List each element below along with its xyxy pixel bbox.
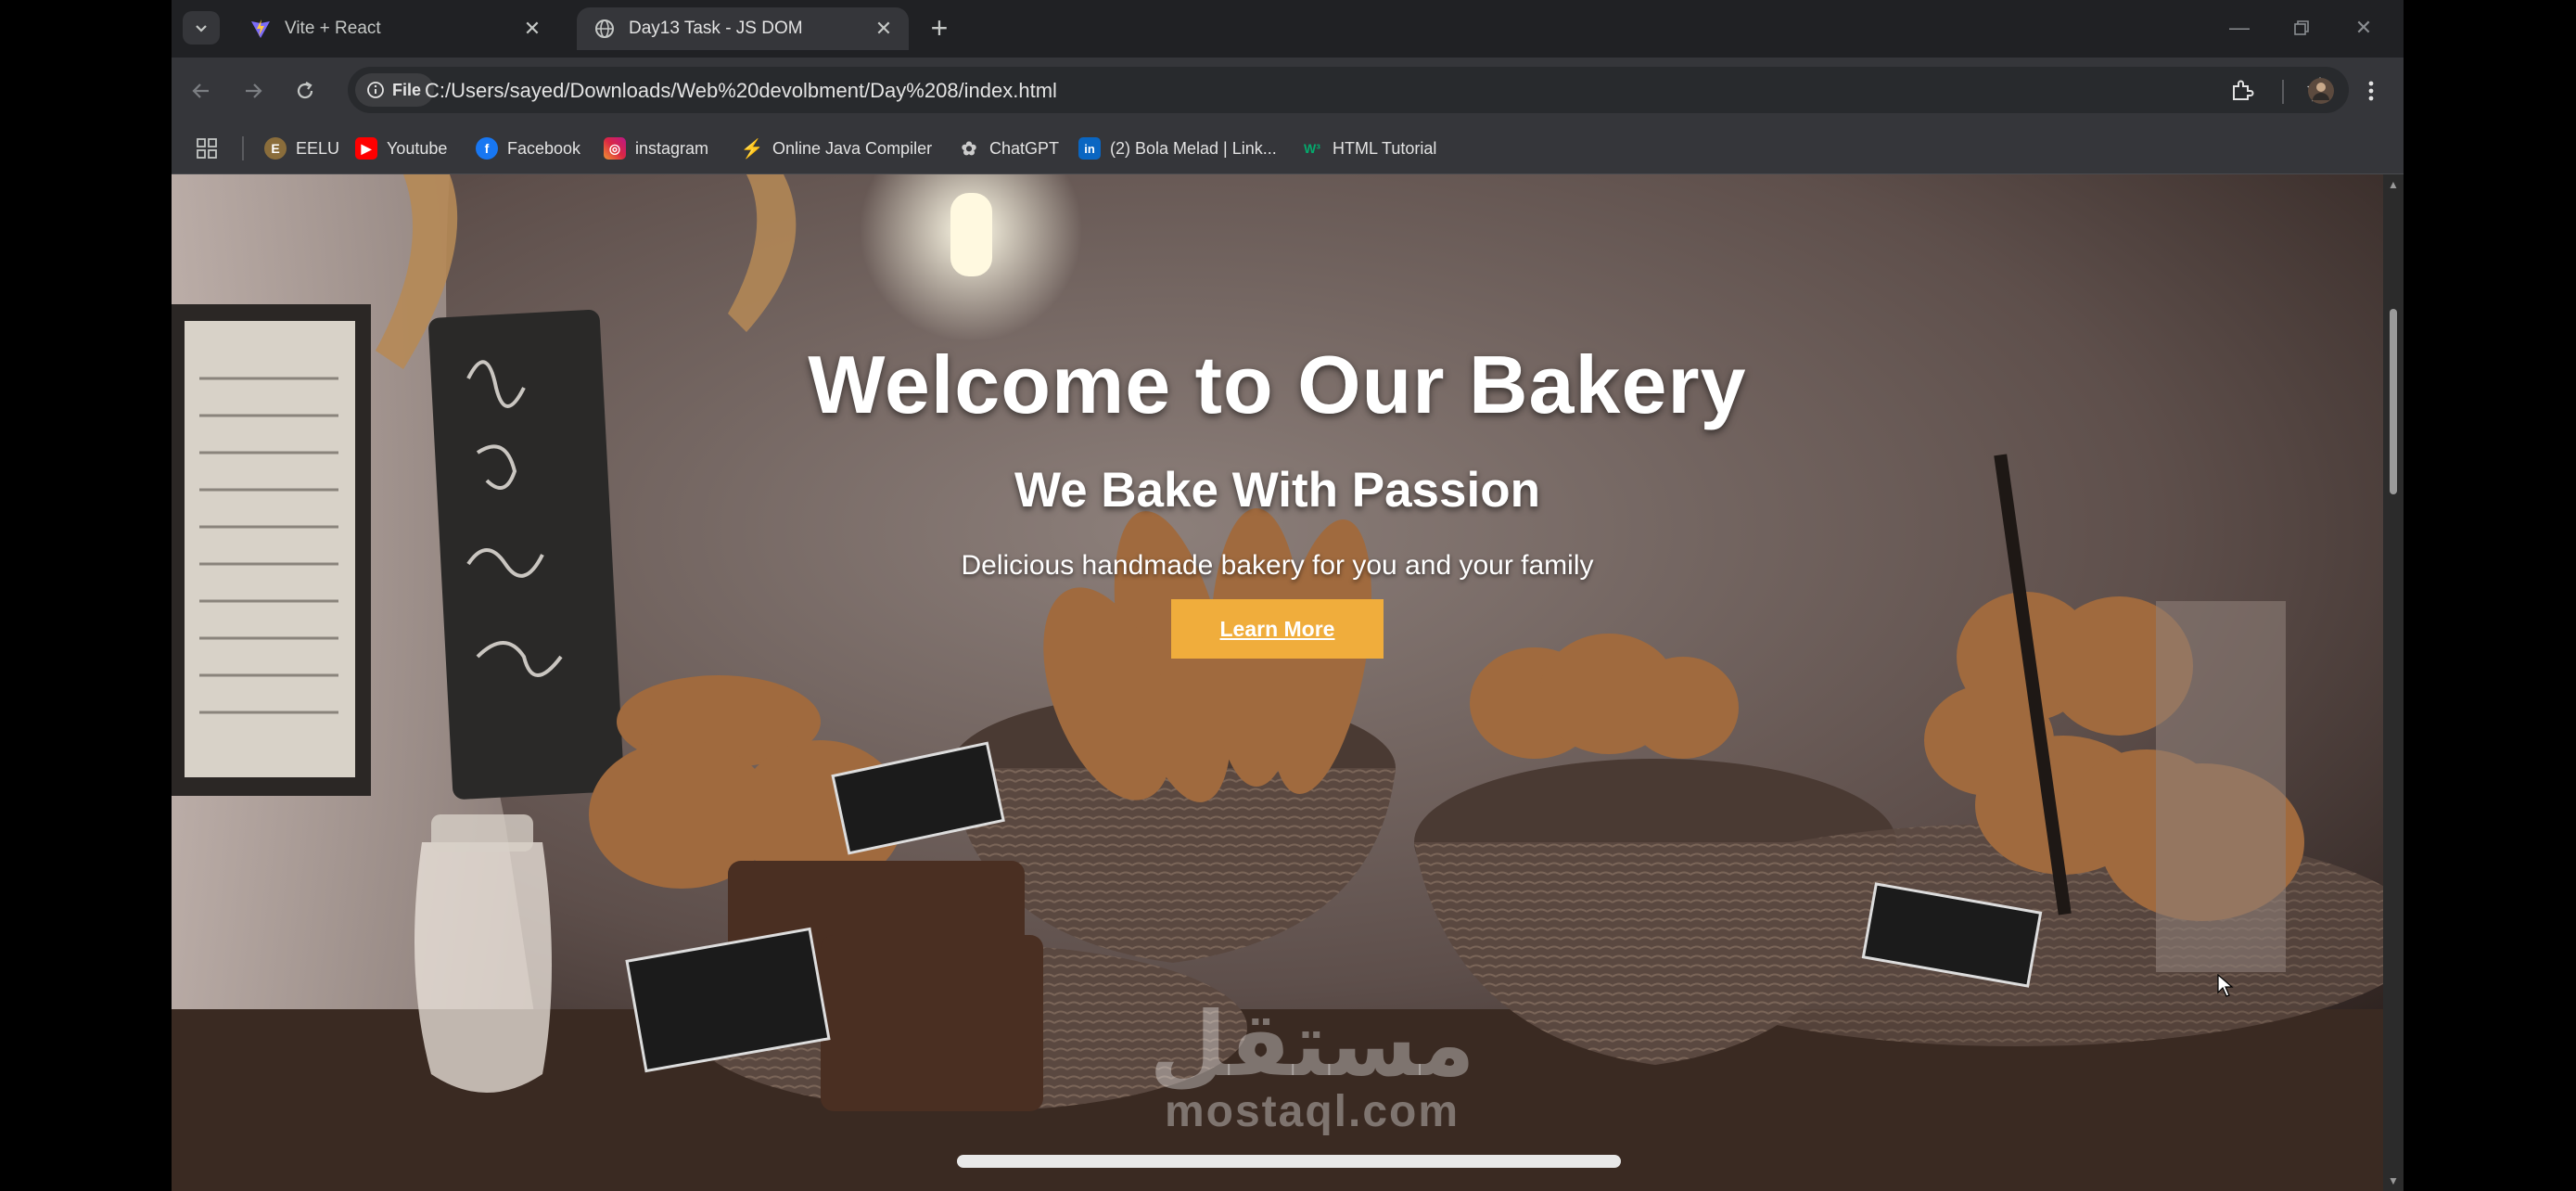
tab-vite-react[interactable]: Vite + React ✕ [233, 7, 557, 50]
reload-button[interactable] [287, 72, 324, 109]
page-scrollbar[interactable]: ▲ ▼ [2383, 174, 2404, 1191]
back-button[interactable] [183, 72, 220, 109]
bookmark-instagram[interactable]: ◎ instagram [604, 135, 708, 161]
close-window-icon[interactable]: ✕ [2345, 9, 2382, 46]
forward-button[interactable] [235, 72, 272, 109]
youtube-icon: ▶ [355, 137, 377, 160]
address-bar[interactable]: File C:/Users/sayed/Downloads/Web%20devo… [348, 67, 2349, 113]
bookmark-java-compiler[interactable]: ⚡ Online Java Compiler [740, 135, 933, 161]
java-icon: ⚡ [740, 138, 764, 160]
tab-title: Vite + React [285, 19, 381, 38]
bookmark-linkedin[interactable]: in (2) Bola Melad | Link... [1078, 135, 1277, 161]
tab-title: Day13 Task - JS DOM [629, 19, 803, 38]
bookmark-eelu[interactable]: E EELU [264, 135, 339, 161]
close-icon[interactable]: ✕ [520, 17, 544, 41]
tab-search-button[interactable] [183, 11, 220, 45]
bookmark-youtube[interactable]: ▶ Youtube [355, 135, 447, 161]
site-info-chip[interactable]: File [355, 73, 435, 107]
tab-bar: Vite + React ✕ Day13 Task - JS DOM ✕ + —… [172, 0, 2404, 58]
bookmark-label: Online Java Compiler [772, 138, 933, 158]
watermark-arabic: مستقل [1149, 992, 1475, 1096]
scroll-down-icon[interactable]: ▼ [2387, 1174, 2400, 1187]
url-text[interactable]: C:/Users/sayed/Downloads/Web%20devolbmen… [425, 79, 1057, 103]
profile-avatar[interactable] [2304, 74, 2338, 108]
info-icon [367, 82, 384, 98]
apps-button[interactable] [196, 135, 218, 161]
facebook-icon: f [476, 137, 498, 160]
hero-title: Welcome to Our Bakery [808, 339, 1747, 430]
more-vertical-icon [2368, 81, 2374, 101]
close-icon[interactable]: ✕ [872, 17, 896, 41]
globe-icon [595, 19, 614, 38]
arrow-right-icon [246, 83, 262, 98]
bookmark-html-tutorial[interactable]: W³ HTML Tutorial [1301, 135, 1436, 161]
page-viewport: Welcome to Our Bakery We Bake With Passi… [172, 174, 2404, 1191]
browser-window: Vite + React ✕ Day13 Task - JS DOM ✕ + —… [172, 0, 2404, 1191]
watermark-latin: mostaql.com [1164, 1087, 1460, 1136]
mostaql-watermark: مستقل mostaql.com [1136, 1000, 1488, 1135]
bookmark-label: Youtube [387, 138, 448, 158]
eelu-icon: E [264, 137, 287, 160]
hero-description: Delicious handmade bakery for you and yo… [961, 550, 1594, 581]
learn-more-button[interactable]: Learn More [1171, 599, 1384, 659]
restore-icon[interactable] [2283, 9, 2320, 46]
avatar-icon [2308, 78, 2334, 104]
toolbar: File C:/Users/sayed/Downloads/Web%20devo… [172, 58, 2404, 123]
bookmark-facebook[interactable]: f Facebook [476, 135, 580, 161]
mouse-cursor-icon [2217, 974, 2234, 997]
vite-icon [251, 19, 270, 38]
chip-label: File [392, 80, 422, 99]
w3schools-icon: W³ [1304, 141, 1320, 156]
hero-subtitle: We Bake With Passion [1014, 463, 1540, 518]
apps-grid-icon [197, 138, 217, 159]
bookmark-label: (2) Bola Melad | Link... [1110, 138, 1277, 158]
chevron-down-icon [196, 25, 207, 32]
minimize-icon[interactable]: — [2221, 9, 2258, 46]
linkedin-icon: in [1078, 137, 1101, 160]
bookmarks-divider [242, 136, 244, 160]
puzzle-icon [2233, 80, 2254, 100]
bookmarks-bar: E EELU ▶ Youtube f Facebook ◎ instagram … [172, 123, 2404, 174]
scroll-up-icon[interactable]: ▲ [2387, 178, 2400, 191]
toolbar-divider [2282, 80, 2284, 104]
bookmark-label: HTML Tutorial [1333, 138, 1437, 158]
chatgpt-icon: ✿ [961, 138, 977, 160]
arrow-left-icon [192, 83, 209, 98]
scroll-thumb[interactable] [2390, 309, 2397, 494]
home-indicator[interactable] [957, 1155, 1621, 1168]
bookmark-label: Facebook [507, 138, 581, 158]
bookmark-label: EELU [296, 138, 340, 158]
reload-icon [297, 82, 313, 99]
extensions-button[interactable] [2225, 74, 2259, 108]
bookmark-label: instagram [635, 138, 709, 158]
menu-button[interactable] [2354, 74, 2388, 108]
bookmark-chatgpt[interactable]: ✿ ChatGPT [958, 135, 1059, 161]
tab-day13-task[interactable]: Day13 Task - JS DOM ✕ [577, 7, 909, 50]
instagram-icon: ◎ [604, 137, 626, 160]
bookmark-label: ChatGPT [989, 138, 1060, 158]
new-tab-button[interactable]: + [923, 11, 956, 45]
